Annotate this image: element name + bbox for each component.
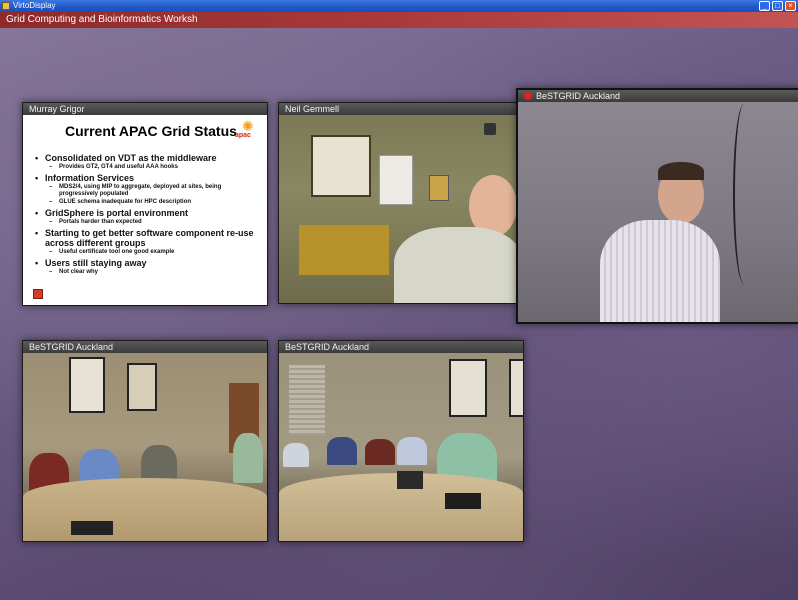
laptop [397,471,423,489]
sub-bullet-item: Not clear why [35,269,260,276]
presenter-video [279,115,517,303]
room-right-video-panel[interactable]: BeSTGRID Auckland [278,340,524,542]
wall-board [311,135,371,197]
speaker-hair [658,162,704,180]
sub-bullet-item: MDS2/4, using MIP to aggregate, deployed… [35,184,260,198]
speaker-body [600,220,720,322]
room-left-video-panel[interactable]: BeSTGRID Auckland [22,340,268,542]
panel-label: Neil Gemmell [279,103,517,115]
logo-text: apac [235,132,251,139]
participant [327,437,357,465]
presentation-slide: Current APAC Grid Status ✺ apac Consolid… [23,115,267,305]
bullet-item: GridSphere is portal environment [35,208,260,218]
window-title: VirtoDisplay [13,1,56,10]
bullet-item: Information Services [35,173,260,183]
blinds [289,365,325,435]
red-badge-icon [524,92,532,100]
participant [365,439,395,465]
wall-artwork [449,359,487,417]
app-icon [2,2,10,10]
speaker-video-panel[interactable]: BeSTGRID Auckland [516,88,798,324]
participant [283,443,309,467]
projector [445,493,481,509]
bullet-item: Starting to get better software componen… [35,228,260,248]
slide-bullets: Consolidated on VDT as the middleware Pr… [35,151,260,276]
sub-bullet-item: Portals harder than expected [35,219,260,226]
conference-table [23,478,267,541]
slide-nav-icon [33,289,43,299]
panel-label: BeSTGRID Auckland [23,341,267,353]
desk [299,225,389,275]
presenter-video-panel[interactable]: Neil Gemmell [278,102,518,304]
sub-bullet-item: GLUE schema inadequate for HPC descripti… [35,199,260,206]
laptop [71,521,113,535]
participant [233,433,263,483]
apac-logo: ✺ apac [235,119,259,141]
wall-artwork [509,359,523,417]
window-titlebar: VirtoDisplay _ □ × [0,0,798,12]
panel-label: Murray Grigor [23,103,267,115]
wall-artwork [127,363,157,411]
participant [397,437,427,465]
sun-icon: ✺ [242,118,254,134]
sub-bullet-item: Useful certificate tool one good example [35,249,260,256]
bullet-item: Users still staying away [35,258,260,268]
speaker-video [518,102,798,322]
wall-artwork [69,357,105,413]
presenter-body [394,227,517,303]
slide-title: Current APAC Grid Status [65,123,237,139]
room-left-video [23,353,267,541]
panel-label-text: BeSTGRID Auckland [536,91,621,101]
minimize-button[interactable]: _ [759,1,770,11]
close-button[interactable]: × [785,1,796,11]
session-banner: Grid Computing and Bioinformatics Worksh [0,12,798,28]
panel-label: BeSTGRID Auckland [279,341,523,353]
panel-label: BeSTGRID Auckland [518,90,798,102]
maximize-button[interactable]: □ [772,1,783,11]
wall-picture [429,175,449,201]
sub-bullet-item: Provides GT2, GT4 and useful AAA hooks [35,164,260,171]
bullet-item: Consolidated on VDT as the middleware [35,153,260,163]
slide-panel[interactable]: Murray Grigor Current APAC Grid Status ✺… [22,102,268,306]
cable [733,104,755,284]
wall-clock [484,123,496,135]
wall-chart [379,155,413,205]
room-right-video [279,353,523,541]
session-title: Grid Computing and Bioinformatics Worksh [6,14,198,25]
